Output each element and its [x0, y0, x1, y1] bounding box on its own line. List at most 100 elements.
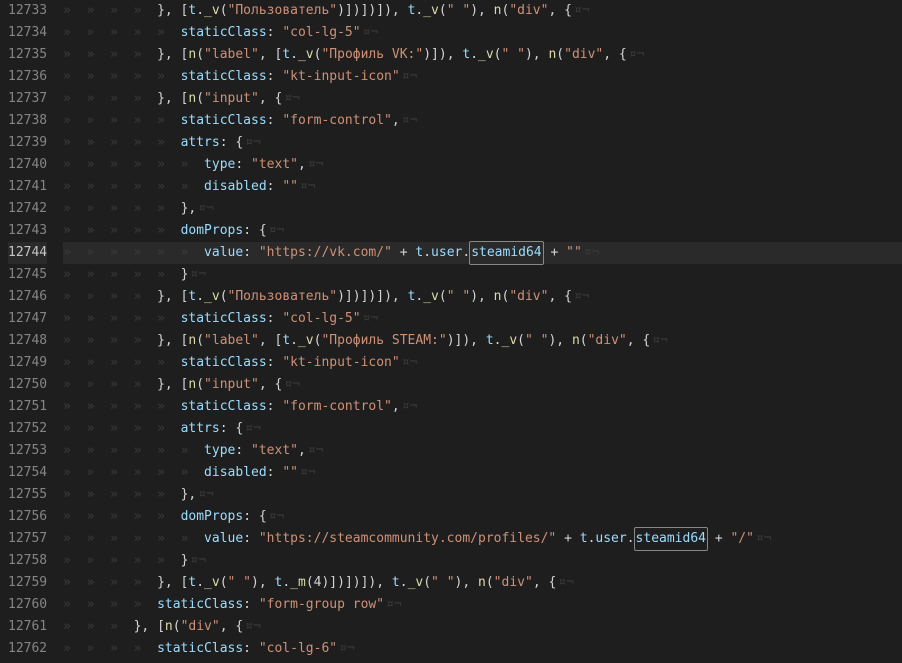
- indent-marker: »: [63, 44, 86, 66]
- token-var: t: [580, 528, 588, 550]
- code-editor[interactable]: 1273312734127351273612737127381273912740…: [0, 0, 902, 663]
- token-str: "Профиль VK:": [321, 44, 423, 66]
- token-str: "label": [204, 44, 259, 66]
- code-line[interactable]: » » » » staticClass: "form-group row"¤¬: [63, 594, 902, 616]
- indent-marker: »: [87, 638, 110, 660]
- line-number: 12762: [8, 638, 47, 660]
- token-fn: _v: [408, 572, 424, 594]
- code-line[interactable]: » » » » » domProps: {¤¬: [63, 220, 902, 242]
- code-line[interactable]: » » » » » attrs: {¤¬: [63, 418, 902, 440]
- token-var: user: [431, 242, 462, 264]
- code-line[interactable]: » » » » » staticClass: "kt-input-icon"¤¬: [63, 66, 902, 88]
- code-line[interactable]: » » » » » staticClass: "kt-input-icon"¤¬: [63, 352, 902, 374]
- indent-marker: »: [87, 0, 110, 22]
- eol-marker: ¤¬: [339, 638, 355, 660]
- eol-marker: ¤¬: [402, 352, 418, 374]
- token-punc: }, [: [157, 88, 188, 110]
- indent-marker: »: [87, 176, 110, 198]
- code-line[interactable]: » » » » » » value: "https://steamcommuni…: [63, 528, 902, 550]
- token-punc: (: [314, 330, 322, 352]
- code-line[interactable]: » » » » » }¤¬: [63, 550, 902, 572]
- code-line[interactable]: » » » » » staticClass: "form-control",¤¬: [63, 396, 902, 418]
- code-line[interactable]: » » » » }, [t._v("Пользователь")])])]), …: [63, 0, 902, 22]
- indent-marker: »: [87, 88, 110, 110]
- token-prop: staticClass: [181, 396, 267, 418]
- token-str: "col-lg-5": [282, 308, 360, 330]
- code-line[interactable]: » » » » » attrs: {¤¬: [63, 132, 902, 154]
- code-line[interactable]: » » » » » » disabled: ""¤¬: [63, 176, 902, 198]
- indent-marker: »: [157, 308, 180, 330]
- code-line[interactable]: » » » » }, [n("input", {¤¬: [63, 88, 902, 110]
- line-number: 12741: [8, 176, 47, 198]
- token-fn: n: [494, 286, 502, 308]
- code-line[interactable]: » » » » staticClass: "col-lg-6"¤¬: [63, 638, 902, 660]
- line-number: 12745: [8, 264, 47, 286]
- indent-marker: »: [110, 594, 133, 616]
- eol-marker: ¤¬: [190, 550, 206, 572]
- token-prop: type: [204, 440, 235, 462]
- indent-marker: »: [110, 528, 133, 550]
- indent-marker: »: [110, 132, 133, 154]
- code-line[interactable]: » » » » » » type: "text",¤¬: [63, 154, 902, 176]
- code-line[interactable]: » » » }, [n("div", {¤¬: [63, 616, 902, 638]
- token-punc: : {: [220, 132, 243, 154]
- indent-marker: »: [134, 594, 157, 616]
- line-number: 12744: [8, 242, 47, 264]
- token-fn: _v: [204, 0, 220, 22]
- indent-marker: »: [110, 418, 133, 440]
- token-var: user: [595, 528, 626, 550]
- indent-marker: »: [63, 308, 86, 330]
- indent-marker: »: [134, 242, 157, 264]
- indent-marker: »: [134, 308, 157, 330]
- line-number: 12736: [8, 66, 47, 88]
- token-str: " ": [525, 330, 548, 352]
- code-line[interactable]: » » » » }, [t._v(" "), t._m(4)])])]), t.…: [63, 572, 902, 594]
- line-number: 12748: [8, 330, 47, 352]
- code-line[interactable]: » » » » » },¤¬: [63, 484, 902, 506]
- code-line[interactable]: » » » » » » value: "https://vk.com/" + t…: [63, 242, 902, 264]
- code-line[interactable]: » » » » » domProps: {¤¬: [63, 506, 902, 528]
- eol-marker: ¤¬: [363, 308, 379, 330]
- code-line[interactable]: » » » » » » type: "text",¤¬: [63, 440, 902, 462]
- token-punc: .: [400, 572, 408, 594]
- token-punc: , {: [548, 0, 571, 22]
- token-str: "Пользователь": [228, 286, 338, 308]
- code-line[interactable]: » » » » » staticClass: "col-lg-5"¤¬: [63, 308, 902, 330]
- indent-marker: »: [87, 396, 110, 418]
- token-punc: (: [502, 0, 510, 22]
- eol-marker: ¤¬: [198, 198, 214, 220]
- token-fn: _v: [423, 286, 439, 308]
- token-prop: staticClass: [157, 638, 243, 660]
- code-line[interactable]: » » » » » },¤¬: [63, 198, 902, 220]
- code-area[interactable]: » » » » }, [t._v("Пользователь")])])]), …: [63, 0, 902, 663]
- indent-marker: »: [87, 66, 110, 88]
- eol-marker: ¤¬: [245, 132, 261, 154]
- token-punc: :: [267, 352, 283, 374]
- code-line[interactable]: » » » » }, [n("label", [t._v("Профиль VK…: [63, 44, 902, 66]
- indent-marker: »: [63, 572, 86, 594]
- token-punc: }, [: [157, 572, 188, 594]
- indent-marker: »: [110, 264, 133, 286]
- indent-marker: »: [134, 440, 157, 462]
- indent-marker: »: [134, 638, 157, 660]
- indent-marker: »: [63, 220, 86, 242]
- indent-marker: »: [181, 176, 204, 198]
- code-line[interactable]: » » » » » staticClass: "col-lg-5"¤¬: [63, 22, 902, 44]
- token-str: "form-control": [282, 110, 392, 132]
- code-line[interactable]: » » » » » » disabled: ""¤¬: [63, 462, 902, 484]
- token-fn: n: [572, 330, 580, 352]
- token-var: t: [188, 286, 196, 308]
- token-str: "text": [251, 154, 298, 176]
- code-line[interactable]: » » » » » staticClass: "form-control",¤¬: [63, 110, 902, 132]
- token-punc: : {: [220, 418, 243, 440]
- indent-marker: »: [181, 242, 204, 264]
- token-str: " ": [447, 286, 470, 308]
- token-str: "kt-input-icon": [282, 352, 399, 374]
- indent-marker: »: [134, 220, 157, 242]
- token-prop: disabled: [204, 176, 267, 198]
- code-line[interactable]: » » » » }, [n("label", [t._v("Профиль ST…: [63, 330, 902, 352]
- indent-marker: »: [134, 198, 157, 220]
- code-line[interactable]: » » » » }, [n("input", {¤¬: [63, 374, 902, 396]
- code-line[interactable]: » » » » }, [t._v("Пользователь")])])]), …: [63, 286, 902, 308]
- code-line[interactable]: » » » » » }¤¬: [63, 264, 902, 286]
